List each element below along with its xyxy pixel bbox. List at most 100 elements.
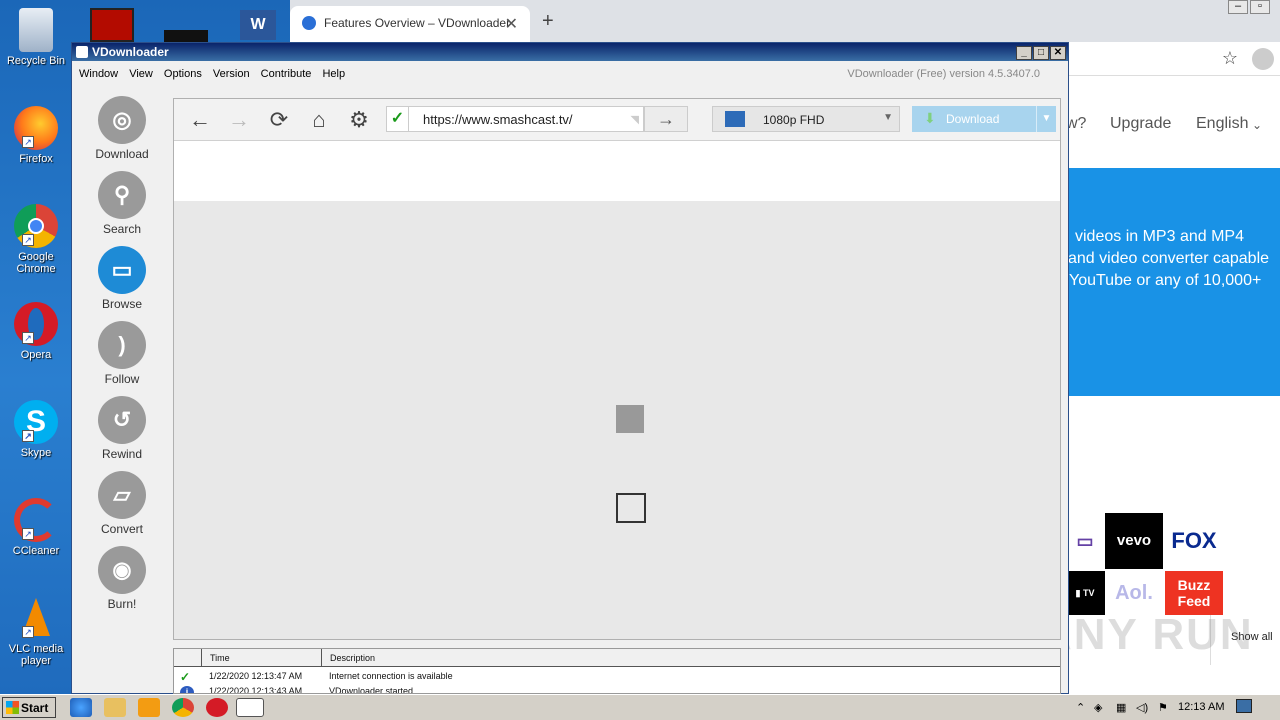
desktop-icon-label: Skype — [20, 447, 52, 459]
buzzfeed-logo: Buzz Feed — [1165, 571, 1223, 615]
vdownloader-tray-icon[interactable]: ◈ — [1094, 701, 1102, 714]
hero-line: videos in MP3 and MP4 — [1075, 228, 1244, 245]
media-player-taskbar-icon[interactable] — [138, 698, 160, 717]
flag-icon[interactable]: ⚑ — [1158, 701, 1168, 714]
chrome-taskbar-icon[interactable] — [172, 698, 194, 717]
sidebar-follow-button[interactable]: ) Follow — [72, 321, 172, 386]
desktop-icon-firefox[interactable]: ↗ Firefox — [4, 106, 68, 165]
desktop-icon-skype[interactable]: S ↗ Skype — [4, 400, 68, 459]
recycle-bin-icon — [19, 8, 53, 52]
sidebar-browse-button[interactable]: ▭ Browse — [72, 246, 172, 311]
sidebar-rewind-button[interactable]: ↺ Rewind — [72, 396, 172, 461]
sidebar-convert-button[interactable]: ▱ Convert — [72, 471, 172, 536]
word-app-icon[interactable]: W — [240, 10, 276, 40]
vevo-logo: vevo — [1105, 513, 1163, 569]
close-tab-icon[interactable]: ✕ — [505, 14, 518, 34]
chrome-icon: ↗ — [14, 204, 58, 248]
quality-value: 1080p FHD — [763, 113, 825, 127]
desktop-icon-vlc[interactable]: ↗ VLC media player — [4, 596, 68, 667]
clapperboard-icon — [725, 111, 745, 127]
menu-options[interactable]: Options — [164, 68, 202, 80]
browser-window-icon: ▭ — [98, 246, 146, 294]
forward-arrow-icon[interactable]: → — [227, 108, 251, 132]
home-icon[interactable]: ⌂ — [307, 108, 331, 132]
log-status-column — [174, 649, 202, 667]
vd-menubar: Window View Options Version Contribute H… — [72, 61, 1068, 88]
sidebar-download-button[interactable]: ◎ Download — [72, 96, 172, 161]
quality-select[interactable]: 1080p FHD ▼ — [712, 106, 900, 132]
volume-icon[interactable]: ◁) — [1136, 701, 1148, 714]
opera-taskbar-icon[interactable] — [206, 698, 228, 717]
minimize-icon[interactable]: _ — [1016, 46, 1032, 60]
desktop-icon-ccleaner[interactable]: ↗ CCleaner — [4, 498, 68, 557]
sidebar-burn-button[interactable]: ◉ Burn! — [72, 546, 172, 611]
menu-view[interactable]: View — [129, 68, 153, 80]
twitch-logo-icon: ▭ — [1065, 513, 1105, 569]
log-description-header[interactable]: Description — [330, 653, 375, 663]
vdownloader-icon — [76, 46, 88, 58]
pdf-app-icon[interactable] — [90, 8, 134, 42]
nav-language-select[interactable]: English — [1196, 115, 1248, 133]
page-content-area — [174, 201, 1060, 639]
explorer-taskbar-icon[interactable] — [104, 698, 126, 717]
maximize-icon[interactable]: ▫ — [1250, 0, 1270, 14]
log-row[interactable]: i 1/22/2020 12:13:43 AM VDownloader star… — [174, 684, 1060, 693]
close-icon[interactable]: ✕ — [1050, 46, 1066, 60]
download-label: Download — [946, 112, 1000, 126]
vd-title: VDownloader — [92, 45, 169, 59]
info-icon: i — [180, 686, 194, 693]
log-row[interactable]: ✓ 1/22/2020 12:13:47 AM Internet connect… — [174, 669, 1060, 683]
sidebar-label: Follow — [104, 372, 140, 386]
network-icon[interactable]: ▦ — [1116, 701, 1126, 714]
refresh-icon[interactable]: ⟳ — [267, 108, 291, 132]
desktop-icon-label: Recycle Bin — [6, 55, 66, 67]
rss-icon: ) — [98, 321, 146, 369]
desktop-icon-chrome[interactable]: ↗ Google Chrome — [4, 204, 68, 275]
opera-icon: ↗ — [14, 302, 58, 346]
desktop-icon-label: Firefox — [19, 153, 53, 165]
new-tab-icon[interactable]: + — [542, 10, 554, 33]
desktop-icon-label: Google Chrome — [16, 251, 56, 275]
vlc-icon: ↗ — [14, 596, 58, 640]
empty-frame-placeholder — [616, 493, 646, 523]
browser-toolbar: ← → ⟳ ⌂ ⚙ ✓ https://www.smashcast.tv/ ◥ … — [174, 99, 1060, 141]
sidebar-search-button[interactable]: ⚲ Search — [72, 171, 172, 236]
show-desktop-icon[interactable] — [1236, 699, 1252, 713]
ie-taskbar-icon[interactable] — [70, 698, 92, 717]
url-field[interactable]: ✓ https://www.smashcast.tv/ ◥ — [386, 106, 644, 132]
chrome-tabstrip: Features Overview – VDownloader ✕ + – ▫ — [290, 0, 1280, 42]
minimize-icon[interactable]: – — [1228, 0, 1248, 14]
desktop-icon-recycle-bin[interactable]: Recycle Bin — [4, 8, 68, 67]
menu-contribute[interactable]: Contribute — [261, 68, 312, 80]
rss-icon[interactable]: ◥ — [631, 113, 639, 126]
chrome-tab[interactable]: Features Overview – VDownloader ✕ — [290, 6, 530, 42]
log-time-header[interactable]: Time — [210, 653, 230, 663]
menu-window[interactable]: Window — [79, 68, 118, 80]
go-button[interactable]: → — [644, 106, 688, 132]
windows-flag-icon — [6, 701, 19, 714]
vdownloader-taskbar-icon[interactable] — [236, 698, 264, 717]
download-button[interactable]: ⬇ Download ▼ — [912, 106, 1056, 132]
gear-icon[interactable]: ⚙ — [347, 108, 371, 132]
menu-help[interactable]: Help — [322, 68, 345, 80]
disc-icon: ◉ — [98, 546, 146, 594]
back-arrow-icon[interactable]: ← — [188, 108, 212, 132]
nav-partial-link[interactable]: w? — [1066, 115, 1086, 133]
start-button[interactable]: Start — [2, 697, 56, 718]
start-label: Start — [21, 701, 49, 715]
menu-version[interactable]: Version — [213, 68, 250, 80]
sidebar-label: Convert — [100, 522, 144, 536]
embedded-browser: ← → ⟳ ⌂ ⚙ ✓ https://www.smashcast.tv/ ◥ … — [173, 98, 1061, 640]
dark-app-icon[interactable] — [164, 30, 208, 42]
tray-expand-icon[interactable]: ⌃ — [1076, 701, 1085, 714]
desktop-icon-opera[interactable]: ↗ Opera — [4, 302, 68, 361]
vd-titlebar[interactable]: VDownloader _ □ ✕ — [72, 43, 1068, 61]
clock[interactable]: 12:13 AM — [1178, 701, 1224, 713]
nav-upgrade-link[interactable]: Upgrade — [1110, 115, 1171, 133]
bookmark-star-icon[interactable]: ☆ — [1222, 48, 1238, 69]
profile-avatar[interactable] — [1252, 48, 1274, 70]
desktop-icon-label: VLC media player — [8, 643, 64, 667]
sidebar-label: Burn! — [107, 597, 137, 611]
download-dropdown-icon[interactable]: ▼ — [1036, 106, 1056, 132]
maximize-icon[interactable]: □ — [1033, 46, 1049, 60]
